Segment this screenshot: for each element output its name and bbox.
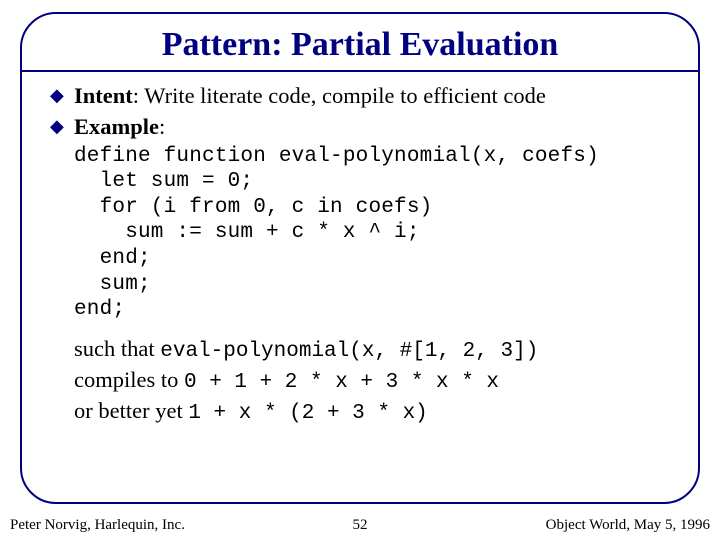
tail-line-1: such that eval-polynomial(x, #[1, 2, 3]) <box>74 335 670 366</box>
diamond-bullet-icon: ◆ <box>50 115 64 138</box>
footer: Peter Norvig, Harlequin, Inc. 52 Object … <box>10 517 710 534</box>
example-label: Example <box>74 114 159 139</box>
slide-title: Pattern: Partial Evaluation <box>50 26 670 64</box>
slide-frame: Pattern: Partial Evaluation ◆ Intent: Wr… <box>20 12 700 504</box>
diamond-bullet-icon: ◆ <box>50 84 64 107</box>
title-rule <box>22 70 698 72</box>
bullet-intent: ◆ Intent: Write literate code, compile t… <box>50 82 670 111</box>
example-text: : <box>159 114 165 139</box>
tail-line-2: compiles to 0 + 1 + 2 * x + 3 * x * x <box>74 366 670 397</box>
slide: Pattern: Partial Evaluation ◆ Intent: Wr… <box>0 0 720 540</box>
footer-center: 52 <box>10 517 710 534</box>
tail-3-pre: or better yet <box>74 398 188 423</box>
tail-line-3: or better yet 1 + x * (2 + 3 * x) <box>74 397 670 428</box>
tail-2-pre: compiles to <box>74 367 184 392</box>
tail-1-pre: such that <box>74 336 160 361</box>
slide-body: ◆ Intent: Write literate code, compile t… <box>50 82 670 427</box>
tail-3-code: 1 + x * (2 + 3 * x) <box>188 402 427 425</box>
bullet-example: ◆ Example: <box>50 113 670 142</box>
code-block: define function eval-polynomial(x, coefs… <box>74 144 670 323</box>
intent-label: Intent <box>74 83 133 108</box>
tail-1-code: eval-polynomial(x, #[1, 2, 3]) <box>160 340 538 363</box>
tail-2-code: 0 + 1 + 2 * x + 3 * x * x <box>184 371 499 394</box>
intent-text: : Write literate code, compile to effici… <box>133 83 546 108</box>
tail-block: such that eval-polynomial(x, #[1, 2, 3])… <box>50 335 670 428</box>
